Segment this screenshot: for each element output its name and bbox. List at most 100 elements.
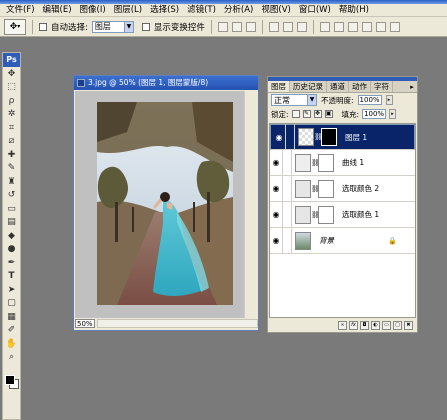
crop-tool-icon[interactable]: ⌗ [3, 121, 20, 135]
layer-mask-thumbnail[interactable] [318, 179, 334, 198]
layer-mask-thumbnail[interactable] [321, 128, 337, 146]
slice-tool-icon[interactable]: ⧄ [3, 135, 20, 149]
type-tool-icon[interactable]: T [3, 270, 20, 284]
eraser-tool-icon[interactable]: ▭ [3, 202, 20, 216]
move-tool-icon[interactable]: ✥ [3, 67, 20, 81]
menu-layer[interactable]: 图层(L) [110, 4, 146, 17]
add-mask-icon[interactable]: ◘ [360, 320, 369, 330]
align-left-button[interactable] [268, 21, 279, 32]
show-transform-checkbox[interactable] [141, 22, 150, 31]
menu-edit[interactable]: 编辑(E) [39, 4, 76, 17]
layer-row[interactable]: ◉ ⛓ 选取颜色 2 [270, 175, 415, 202]
new-group-icon[interactable]: ▭ [382, 320, 391, 330]
link-icon[interactable]: ⛓ [311, 159, 320, 167]
link-icon[interactable]: ⛓ [314, 133, 323, 141]
clone-stamp-tool-icon[interactable]: ♜ [3, 175, 20, 189]
new-layer-icon[interactable]: ▢ [393, 320, 402, 330]
lock-transparency-icon[interactable] [291, 110, 300, 118]
foreground-color-swatch[interactable] [5, 375, 15, 385]
tab-layers[interactable]: 图层 [268, 81, 290, 92]
eye-icon[interactable]: ◉ [270, 201, 283, 228]
delete-layer-icon[interactable]: ✖ [404, 320, 413, 330]
align-hcenter-button[interactable] [282, 21, 293, 32]
hand-tool-icon[interactable]: ✋ [3, 337, 20, 351]
distribute-hcenter-button[interactable] [375, 21, 386, 32]
distribute-left-button[interactable] [361, 21, 372, 32]
tab-history[interactable]: 历史记录 [290, 81, 327, 92]
panel-menu-icon[interactable]: ▸ [407, 81, 417, 92]
opacity-slider-button[interactable]: ▸ [385, 95, 393, 105]
menu-file[interactable]: 文件(F) [2, 4, 39, 17]
auto-select-dropdown[interactable]: 图层 ▼ [91, 20, 134, 33]
marquee-tool-icon[interactable]: ⬚ [3, 81, 20, 95]
distribute-top-button[interactable] [319, 21, 330, 32]
shape-tool-icon[interactable]: ▢ [3, 297, 20, 311]
eye-icon[interactable]: ◉ [270, 175, 283, 202]
layer-style-icon[interactable]: fx [349, 320, 358, 330]
fill-slider-button[interactable]: ▸ [389, 109, 397, 119]
menu-view[interactable]: 视图(V) [257, 4, 294, 17]
link-icon[interactable]: ⛓ [311, 211, 320, 219]
path-selection-tool-icon[interactable]: ➤ [3, 283, 20, 297]
menu-image[interactable]: 图像(I) [76, 4, 110, 17]
ps-document-icon [77, 79, 85, 87]
adjustment-layer-icon[interactable]: ◐ [371, 320, 380, 330]
layer-mask-thumbnail[interactable] [318, 205, 334, 224]
lock-pixels-icon[interactable]: ✎ [302, 110, 311, 118]
auto-select-checkbox[interactable] [39, 22, 47, 31]
layer-name: 选取颜色 1 [342, 210, 380, 219]
magic-wand-tool-icon[interactable]: ✲ [3, 108, 20, 122]
document-title-bar[interactable]: 3.jpg @ 50% (图层 1, 图层蒙版/8) [74, 76, 258, 90]
fill-input[interactable]: 100% [362, 109, 387, 119]
vertical-scrollbar[interactable] [244, 91, 257, 320]
lock-all-icon[interactable]: ▣ [324, 110, 333, 118]
eyedropper-tool-icon[interactable]: ✐ [3, 324, 20, 338]
align-top-button[interactable] [217, 21, 228, 32]
brush-tool-icon[interactable]: ✎ [3, 162, 20, 176]
layer-row[interactable]: ◉ ⛓ 图层 1 [270, 124, 415, 150]
gradient-tool-icon[interactable]: ▤ [3, 216, 20, 230]
pen-tool-icon[interactable]: ✒ [3, 256, 20, 270]
align-bottom-button[interactable] [245, 21, 256, 32]
dodge-tool-icon[interactable]: ● [3, 243, 20, 257]
tab-channels[interactable]: 通道 [327, 81, 349, 92]
tool-preset-picker[interactable]: ✥ ▾ [4, 18, 26, 35]
blur-tool-icon[interactable]: ◆ [3, 229, 20, 243]
notes-tool-icon[interactable]: ▦ [3, 310, 20, 324]
opacity-input[interactable]: 100% [357, 95, 382, 105]
layer-row[interactable]: ◉ ⛓ 曲线 1 [270, 149, 415, 176]
distribute-bottom-button[interactable] [347, 21, 358, 32]
selective-color-adjustment-icon [295, 179, 311, 198]
lasso-tool-icon[interactable]: ρ [3, 94, 20, 108]
horizontal-scrollbar[interactable] [97, 319, 258, 328]
eye-icon[interactable]: ◉ [270, 227, 283, 254]
tab-actions[interactable]: 动作 [349, 81, 371, 92]
menu-analysis[interactable]: 分析(A) [220, 4, 257, 17]
menu-help[interactable]: 帮助(H) [335, 4, 373, 17]
align-vcenter-button[interactable] [231, 21, 242, 32]
layer-mask-thumbnail[interactable] [318, 153, 334, 172]
menu-select[interactable]: 选择(S) [146, 4, 183, 17]
layer-row[interactable]: ◉ ⛓ 选取颜色 1 [270, 201, 415, 228]
eye-icon[interactable]: ◉ [270, 149, 283, 176]
layer-name: 选取颜色 2 [342, 184, 380, 193]
history-brush-tool-icon[interactable]: ↺ [3, 189, 20, 203]
blend-mode-dropdown[interactable]: 正常 ▼ [271, 94, 317, 106]
menu-window[interactable]: 窗口(W) [295, 4, 335, 17]
tab-character[interactable]: 字符 [371, 81, 393, 92]
menu-filter[interactable]: 滤镜(T) [183, 4, 220, 17]
link-layers-icon[interactable]: ∞ [338, 320, 347, 330]
link-icon[interactable]: ⛓ [311, 185, 320, 193]
eye-icon[interactable]: ◉ [273, 124, 286, 150]
selective-color-adjustment-icon [295, 205, 311, 224]
ps-logo: Ps [3, 53, 20, 67]
layer-row[interactable]: ◉ 背景 🔒 [270, 227, 415, 254]
healing-brush-tool-icon[interactable]: ✚ [3, 148, 20, 162]
lock-position-icon[interactable]: ✥ [313, 110, 322, 118]
curves-adjustment-icon [295, 153, 311, 172]
distribute-vcenter-button[interactable] [333, 21, 344, 32]
align-right-button[interactable] [296, 21, 307, 32]
zoom-tool-icon[interactable]: ⌕ [3, 351, 20, 365]
distribute-right-button[interactable] [389, 21, 400, 32]
zoom-field[interactable]: 50% [75, 319, 95, 328]
